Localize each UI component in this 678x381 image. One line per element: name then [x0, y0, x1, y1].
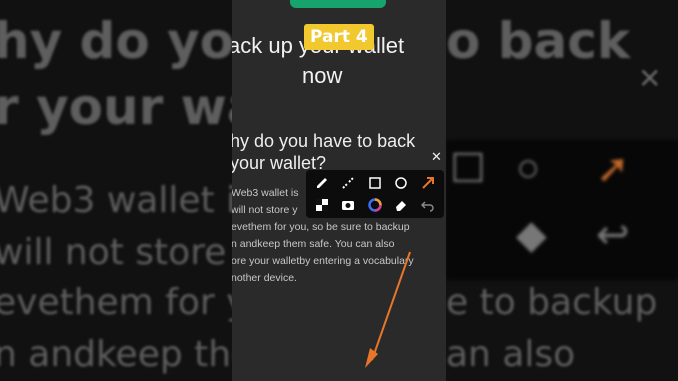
arrow-icon[interactable]	[420, 175, 436, 191]
color-picker-icon[interactable]	[367, 197, 383, 213]
body-line: evethem for you, so be sure to backup	[232, 221, 410, 233]
eraser-icon: ◆	[516, 213, 547, 257]
top-tab-indicator	[290, 0, 386, 8]
bg-text: Web3 wallet is	[0, 180, 255, 221]
mosaic-icon[interactable]	[314, 197, 330, 213]
bg-text: hy do you	[0, 12, 270, 70]
bg-text: will not store y	[0, 232, 260, 273]
camera-icon[interactable]	[340, 197, 356, 213]
undo-icon[interactable]	[420, 197, 436, 213]
bg-text: e to backup	[446, 282, 658, 323]
bg-text: o back	[446, 12, 631, 70]
bg-text: r your wa	[0, 78, 261, 136]
undo-icon: ↩	[596, 213, 630, 257]
close-icon[interactable]: ✕	[431, 149, 442, 165]
rectangle-icon: ☐	[450, 147, 486, 191]
bg-text: n andkeep the	[0, 334, 254, 375]
title-line-2: now	[302, 63, 343, 88]
rectangle-icon[interactable]	[367, 175, 383, 191]
heading-line-1: hy do you have to back	[232, 131, 416, 151]
part-badge: Part 4	[304, 24, 374, 50]
annotation-arrow	[365, 251, 411, 368]
arrow-icon: ➚	[596, 147, 630, 191]
circle-icon[interactable]	[393, 175, 409, 191]
pen-icon[interactable]	[314, 175, 330, 191]
background-toolbar: ☐ ○ ➚ ◆ ↩	[446, 140, 678, 280]
circle-icon: ○	[516, 146, 541, 190]
highlighter-icon[interactable]	[340, 175, 356, 191]
eraser-icon[interactable]	[393, 197, 409, 213]
background-close-icon: ✕	[638, 63, 662, 94]
bg-text: an also	[446, 334, 576, 375]
bg-text: evethem for yo	[0, 282, 270, 323]
annotation-toolbar	[306, 170, 444, 218]
screenshot-frame: hy do you r your wa Web3 wallet is will …	[0, 0, 678, 381]
